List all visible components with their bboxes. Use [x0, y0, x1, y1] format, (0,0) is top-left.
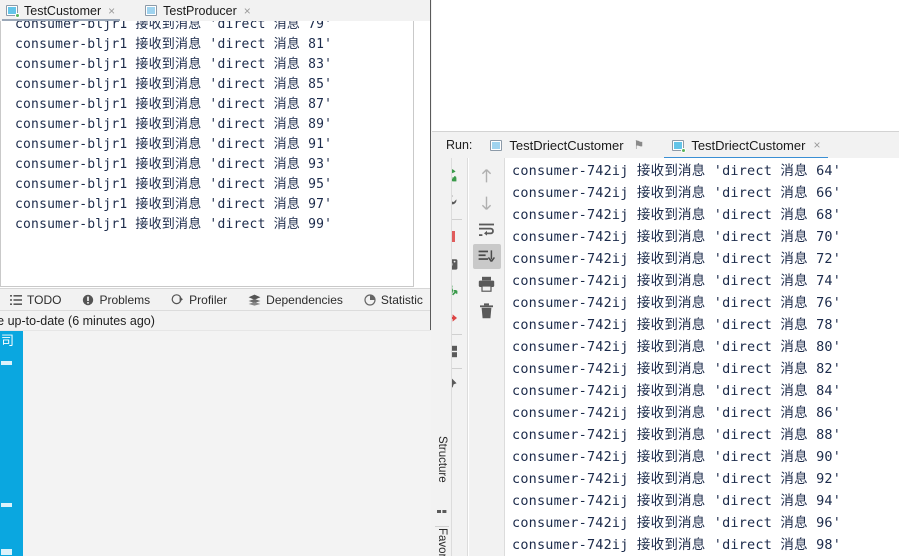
status-bar: re up-to-date (6 minutes ago)	[0, 310, 430, 330]
tool-window-label: Problems	[99, 292, 151, 307]
console-line: consumer-bljr1 接收到消息 'direct 消息 93'	[15, 157, 333, 172]
desktop-background	[23, 331, 431, 556]
console-line: consumer-742ij 接收到消息 'direct 消息 80'	[512, 339, 842, 355]
side-tab-label: Structure	[436, 436, 448, 483]
console-line: consumer-742ij 接收到消息 'direct 消息 88'	[512, 427, 842, 443]
console-line: consumer-742ij 接收到消息 'direct 消息 66'	[512, 185, 842, 201]
console-line: consumer-742ij 接收到消息 'direct 消息 86'	[512, 405, 842, 421]
console-line: consumer-bljr1 接收到消息 'direct 消息 83'	[15, 57, 333, 72]
left-console-output[interactable]: consumer-bljr1 接收到消息 'direct 消息 79' consu…	[0, 21, 414, 287]
run-config-icon	[490, 139, 503, 152]
console-line: consumer-742ij 接收到消息 'direct 消息 82'	[512, 361, 842, 377]
tool-window-bar: TODO Problems Profiler Dependencies Stat…	[0, 288, 430, 310]
editor-tab-testcustomer[interactable]: TestCustomer ×	[0, 0, 122, 21]
run-console-lines: consumer-742ij 接收到消息 'direct 消息 64' consu…	[512, 160, 841, 556]
taskbar-window-glyph: 司	[1, 334, 15, 349]
tool-window-label: Dependencies	[266, 292, 343, 307]
console-line: consumer-742ij 接收到消息 'direct 消息 64'	[512, 163, 842, 179]
run-toolbar-secondary	[469, 158, 505, 556]
run-tab-inactive[interactable]: TestDriectCustomer ⚑	[482, 132, 652, 158]
tool-window-dependencies[interactable]: Dependencies	[238, 289, 354, 310]
console-line: consumer-742ij 接收到消息 'direct 消息 94'	[512, 493, 842, 509]
dependencies-icon	[248, 294, 261, 306]
editor-tab-label: TestCustomer	[24, 3, 102, 18]
profiler-icon	[171, 294, 184, 305]
left-console-lines: consumer-bljr1 接收到消息 'direct 消息 79' consu…	[15, 21, 332, 235]
console-line: consumer-bljr1 接收到消息 'direct 消息 95'	[15, 177, 333, 192]
problems-icon	[83, 294, 94, 305]
arrow-down-icon[interactable]	[473, 190, 501, 215]
console-line: consumer-742ij 接收到消息 'direct 消息 72'	[512, 251, 842, 267]
structure-icon	[437, 510, 447, 513]
run-panel-header: Run: TestDriectCustomer ⚑ TestDriectCust…	[432, 131, 899, 158]
run-panel-title: Run:	[446, 138, 473, 152]
console-line: consumer-bljr1 接收到消息 'direct 消息 79'	[15, 21, 333, 32]
console-line: consumer-bljr1 接收到消息 'direct 消息 91'	[15, 137, 333, 152]
statistic-icon	[364, 293, 376, 306]
editor-tab-label: TestProducer	[163, 3, 237, 18]
run-tab-label: TestDriectCustomer	[509, 137, 624, 153]
close-icon[interactable]: ×	[244, 5, 251, 17]
side-tab-label: Favorites	[436, 528, 448, 556]
console-line: consumer-742ij 接收到消息 'direct 消息 84'	[512, 383, 842, 399]
console-line: consumer-bljr1 接收到消息 'direct 消息 87'	[15, 97, 333, 112]
run-console-output[interactable]: consumer-742ij 接收到消息 'direct 消息 64' consu…	[506, 158, 899, 556]
tool-window-label: Statistic	[380, 292, 423, 307]
pin-icon[interactable]: ⚑	[634, 138, 645, 152]
soft-wrap-icon[interactable]	[473, 217, 501, 242]
tool-window-todo[interactable]: TODO	[0, 289, 72, 310]
side-tab-favorites[interactable]: Favorites	[432, 528, 452, 556]
status-bar-text: re up-to-date (6 minutes ago)	[0, 313, 155, 328]
tool-window-label: TODO	[27, 292, 62, 307]
console-line: consumer-742ij 接收到消息 'direct 消息 96'	[512, 515, 842, 531]
print-icon[interactable]	[473, 271, 501, 296]
scroll-to-end-icon[interactable]	[472, 244, 501, 269]
close-icon[interactable]: ×	[813, 139, 820, 151]
console-line: consumer-742ij 接收到消息 'direct 消息 76'	[512, 295, 842, 311]
trash-icon[interactable]	[473, 298, 501, 323]
console-line: consumer-742ij 接收到消息 'direct 消息 90'	[512, 449, 842, 465]
console-line: consumer-742ij 接收到消息 'direct 消息 98'	[512, 537, 842, 553]
run-config-icon	[145, 4, 158, 17]
tool-window-statistic[interactable]: Statistic	[354, 289, 430, 310]
editor-tab-testproducer[interactable]: TestProducer ×	[139, 0, 258, 21]
side-tab-structure[interactable]: Structure	[432, 436, 452, 483]
console-line: consumer-bljr1 接收到消息 'direct 消息 85'	[15, 77, 333, 92]
taskbar-strip[interactable]: 司	[0, 331, 23, 556]
tool-window-problems[interactable]: Problems	[72, 289, 161, 310]
run-tab-label: TestDriectCustomer	[691, 137, 806, 153]
left-ide-window: TestCustomer × TestProducer × consumer-b…	[0, 0, 431, 330]
tool-window-profiler[interactable]: Profiler	[161, 289, 238, 310]
console-line: consumer-742ij 接收到消息 'direct 消息 74'	[512, 273, 842, 289]
run-config-icon	[672, 139, 687, 153]
todo-list-icon	[10, 294, 22, 305]
tool-window-label: Profiler	[189, 292, 228, 307]
editor-tabstrip: TestCustomer × TestProducer ×	[0, 0, 430, 21]
console-line: consumer-742ij 接收到消息 'direct 消息 68'	[512, 207, 842, 223]
run-panel-body: consumer-742ij 接收到消息 'direct 消息 64' consu…	[432, 158, 899, 556]
console-line: consumer-bljr1 接收到消息 'direct 消息 97'	[15, 197, 333, 212]
console-line: consumer-bljr1 接收到消息 'direct 消息 81'	[15, 37, 333, 52]
run-tab-active[interactable]: TestDriectCustomer ×	[664, 132, 829, 158]
close-icon[interactable]: ×	[108, 5, 115, 17]
console-line: consumer-742ij 接收到消息 'direct 消息 78'	[512, 317, 842, 333]
editor-empty-area	[432, 0, 899, 131]
right-ide-window: Run: TestDriectCustomer ⚑ TestDriectCust…	[432, 0, 899, 556]
console-line: consumer-742ij 接收到消息 'direct 消息 70'	[512, 229, 842, 245]
console-line: consumer-bljr1 接收到消息 'direct 消息 99'	[15, 217, 333, 232]
run-config-icon	[6, 4, 20, 18]
console-line: consumer-bljr1 接收到消息 'direct 消息 89'	[15, 117, 333, 132]
console-line: consumer-742ij 接收到消息 'direct 消息 92'	[512, 471, 842, 487]
screen-root: TestCustomer × TestProducer × consumer-b…	[0, 0, 899, 556]
side-tool-strip: Structure Favorites	[432, 158, 452, 556]
arrow-up-icon[interactable]	[473, 163, 501, 188]
